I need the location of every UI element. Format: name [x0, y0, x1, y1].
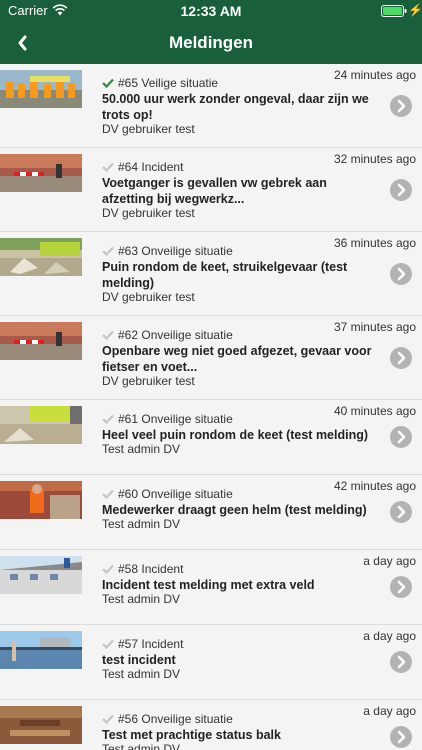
melding-author: Test admin DV	[102, 517, 181, 531]
melding-time: 42 minutes ago	[333, 479, 416, 493]
melding-author: Test admin DV	[102, 442, 181, 456]
melding-author: Test admin DV	[102, 667, 181, 681]
chevron-right-circle-icon[interactable]	[390, 501, 412, 523]
clock: 12:33 AM	[180, 3, 242, 19]
melding-number-type: #58 Incident	[118, 562, 184, 576]
melding-photo	[0, 481, 82, 519]
nav-bar: Meldingen	[0, 22, 422, 64]
melding-title: Incident test melding met extra veld	[102, 578, 315, 592]
melding-time: 24 minutes ago	[333, 68, 416, 82]
melding-author: DV gebruiker test	[102, 374, 195, 388]
melding-title: Puin rondom de keet, struikelgevaar (tes…	[102, 260, 348, 290]
melding-title: Openbare weg niet goed afgezet, gevaar v…	[102, 344, 372, 374]
melding-row[interactable]: #65 Veilige situatie 24 minutes ago 50.0…	[0, 64, 422, 148]
melding-photo	[0, 706, 82, 744]
melding-title: test incident	[102, 653, 176, 667]
checkmark-icon	[102, 639, 114, 649]
melding-time: 32 minutes ago	[333, 152, 416, 166]
checkmark-icon	[102, 714, 114, 724]
melding-number-type: #62 Onveilige situatie	[118, 328, 233, 342]
melding-number-type: #60 Onveilige situatie	[118, 487, 233, 501]
checkmark-icon	[102, 330, 114, 340]
melding-title: Voetganger is gevallen vw gebrek aan afz…	[102, 176, 327, 206]
page-title: Meldingen	[168, 33, 254, 52]
melding-time: a day ago	[363, 554, 416, 568]
melding-photo	[0, 631, 82, 669]
melding-title: Heel veel puin rondom de keet (test meld…	[102, 428, 369, 442]
checkmark-icon	[102, 489, 114, 499]
melding-number-type: #64 Incident	[118, 160, 184, 174]
chevron-right-circle-icon[interactable]	[390, 263, 412, 285]
checkmark-icon	[102, 78, 114, 88]
melding-title: 50.000 uur werk zonder ongeval, daar zij…	[102, 92, 369, 122]
melding-author: DV gebruiker test	[102, 206, 195, 220]
melding-row[interactable]: #64 Incident 32 minutes ago Voetganger i…	[0, 148, 422, 232]
melding-photo	[0, 406, 82, 444]
melding-title: Medewerker draagt geen helm (test meldin…	[102, 503, 367, 517]
meldingen-list: #65 Veilige situatie 24 minutes ago 50.0…	[0, 64, 422, 750]
checkmark-icon	[102, 246, 114, 256]
melding-time: 36 minutes ago	[333, 236, 416, 250]
chevron-right-circle-icon[interactable]	[390, 179, 412, 201]
checkmark-icon	[102, 414, 114, 424]
chevron-right-circle-icon[interactable]	[390, 576, 412, 598]
melding-time: a day ago	[363, 704, 416, 718]
battery-icon	[381, 5, 407, 17]
melding-photo	[0, 154, 82, 192]
melding-row[interactable]: #63 Onveilige situatie 36 minutes ago Pu…	[0, 232, 422, 316]
melding-time: a day ago	[363, 629, 416, 643]
melding-row[interactable]: #61 Onveilige situatie 40 minutes ago He…	[0, 400, 422, 475]
charging-icon: ⚡	[408, 3, 422, 17]
melding-number-type: #65 Veilige situatie	[118, 76, 219, 90]
melding-row[interactable]: #62 Onveilige situatie 37 minutes ago Op…	[0, 316, 422, 400]
melding-author: Test admin DV	[102, 742, 181, 750]
checkmark-icon	[102, 162, 114, 172]
melding-title: Test met prachtige status balk	[102, 728, 281, 742]
chevron-right-circle-icon[interactable]	[390, 426, 412, 448]
melding-author: DV gebruiker test	[102, 290, 195, 304]
melding-time: 37 minutes ago	[333, 320, 416, 334]
chevron-right-circle-icon[interactable]	[390, 651, 412, 673]
chevron-right-circle-icon[interactable]	[390, 726, 412, 748]
melding-row[interactable]: #56 Onveilige situatie a day ago Test me…	[0, 700, 422, 750]
melding-number-type: #63 Onveilige situatie	[118, 244, 233, 258]
melding-author: Test admin DV	[102, 592, 181, 606]
melding-photo	[0, 556, 82, 594]
status-bar: Carrier 12:33 AM ⚡	[0, 0, 422, 22]
melding-number-type: #57 Incident	[118, 637, 184, 651]
melding-number-type: #56 Onveilige situatie	[118, 712, 233, 726]
melding-row[interactable]: #58 Incident a day ago Incident test mel…	[0, 550, 422, 625]
melding-photo	[0, 238, 82, 276]
checkmark-icon	[102, 564, 114, 574]
melding-photo	[0, 322, 82, 360]
chevron-right-circle-icon[interactable]	[390, 95, 412, 117]
melding-number-type: #61 Onveilige situatie	[118, 412, 233, 426]
chevron-right-circle-icon[interactable]	[390, 347, 412, 369]
melding-time: 40 minutes ago	[333, 404, 416, 418]
melding-row[interactable]: #60 Onveilige situatie 42 minutes ago Me…	[0, 475, 422, 550]
melding-row[interactable]: #57 Incident a day ago test incident Tes…	[0, 625, 422, 700]
melding-photo	[0, 70, 82, 108]
melding-author: DV gebruiker test	[102, 122, 195, 136]
